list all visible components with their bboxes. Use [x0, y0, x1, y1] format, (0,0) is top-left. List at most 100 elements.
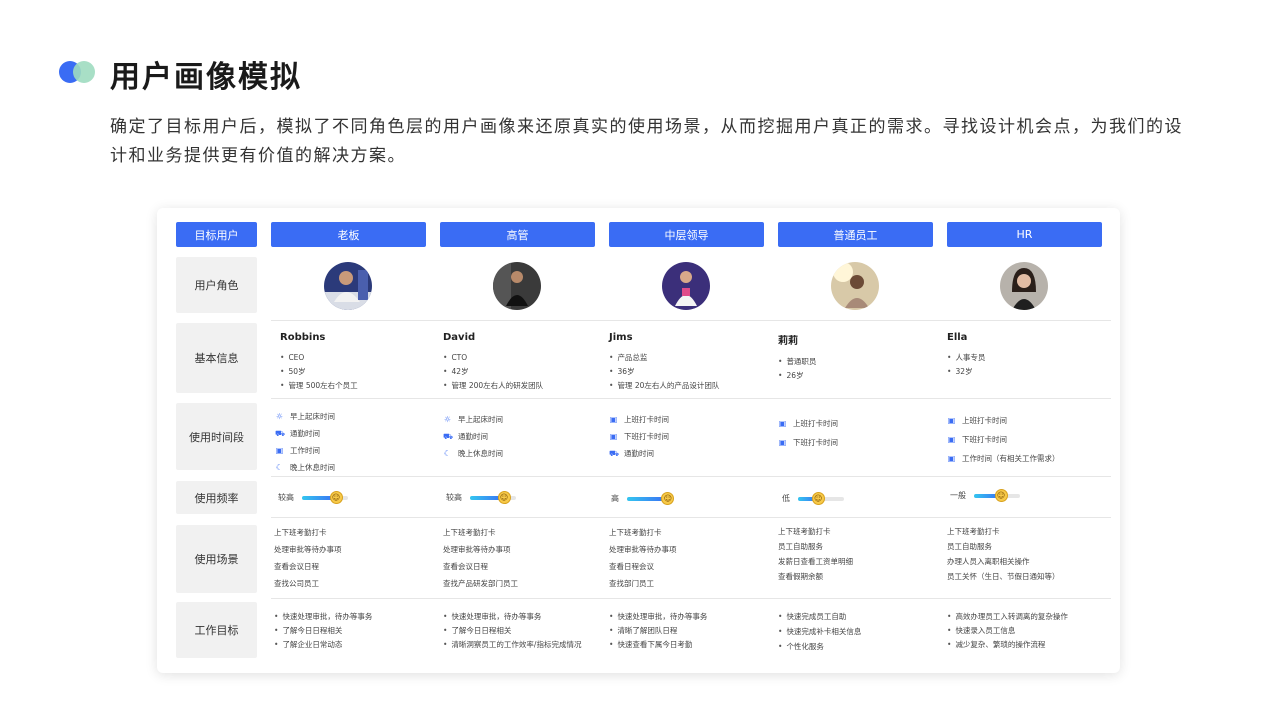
goal-item: 快速处理审批，待办等事务 — [274, 609, 372, 623]
info-item: 管理 20左右人的产品设计团队 — [609, 378, 719, 392]
time-item: 下班打卡时间 — [962, 435, 1007, 444]
frequency-label: 较高 — [446, 493, 462, 502]
frequency-label: 高 — [611, 494, 619, 503]
info-item: 管理 200左右人的研发团队 — [443, 378, 543, 392]
goal-item: 快速完成补卡相关信息 — [778, 624, 861, 639]
goal-executive: 快速处理审批，待办等事务 了解今日日程相关 清晰洞察员工的工作效率/指标完成情况 — [443, 609, 581, 651]
scene-item: 查看会议日程 — [274, 562, 319, 571]
time-item: 晚上休息时间 — [458, 449, 503, 458]
time-item: 早上起床时间 — [290, 412, 335, 421]
info-item: 42岁 — [443, 364, 543, 378]
frequency-hr: 一般 ☺ — [950, 488, 1020, 502]
frequency-bar: ☺ — [798, 491, 844, 505]
info-item: 普通职员 — [778, 354, 816, 368]
goal-item: 快速录入员工信息 — [947, 623, 1068, 637]
frequency-bar: ☺ — [627, 491, 675, 505]
scene-item: 员工自助服务 — [778, 542, 823, 551]
frequency-bar: ☺ — [974, 488, 1020, 502]
time-item: 上班打卡时间 — [962, 416, 1007, 425]
sun-icon: ☼ — [275, 412, 284, 421]
row-label-scene: 使用场景 — [176, 525, 257, 593]
scene-item: 处理审批等待办事项 — [274, 545, 342, 554]
moon-icon: ☾ — [443, 449, 452, 458]
frequency-employee: 低 ☺ — [782, 491, 844, 505]
avatar-hr — [1000, 262, 1048, 310]
info-item: 26岁 — [778, 368, 816, 382]
goal-item: 了解企业日常动态 — [274, 637, 372, 651]
scene-item: 员工自助服务 — [947, 542, 992, 551]
car-icon: ⛟ — [443, 432, 454, 441]
briefcase-icon: ▣ — [947, 435, 956, 444]
frequency-bar: ☺ — [470, 490, 516, 504]
info-item: CTO — [443, 350, 543, 364]
goal-item: 个性化服务 — [778, 639, 861, 654]
frequency-label: 较高 — [278, 493, 294, 502]
scene-item: 上下班考勤打卡 — [778, 527, 831, 536]
info-middle-manager: Jims 产品总监 36岁 管理 20左右人的产品设计团队 — [609, 332, 719, 392]
scene-item: 员工关怀（生日、节假日通知等） — [947, 572, 1060, 581]
goal-item: 快速处理审批，待办等事务 — [609, 609, 707, 623]
goal-boss: 快速处理审批，待办等事务 了解今日日程相关 了解企业日常动态 — [274, 609, 372, 651]
header-hr: HR — [947, 222, 1102, 247]
row-divider — [271, 598, 1111, 599]
scene-item: 查看会议日程 — [443, 562, 488, 571]
goal-item: 快速完成员工自助 — [778, 609, 861, 624]
persona-name: David — [443, 332, 476, 343]
title-decoration — [59, 61, 97, 83]
decor-dot-green — [73, 61, 95, 83]
avatar-middle-manager — [662, 262, 710, 310]
goal-item: 了解今日日程相关 — [443, 623, 581, 637]
info-item: 32岁 — [947, 364, 985, 378]
time-item: 下班打卡时间 — [624, 432, 669, 441]
smiley-icon: ☺ — [811, 491, 825, 505]
row-label-goal: 工作目标 — [176, 602, 257, 658]
time-item: 通勤时间 — [458, 432, 488, 441]
time-item: 工作时间（有相关工作需求） — [962, 454, 1060, 463]
briefcase-icon: ▣ — [778, 438, 787, 447]
info-item: CEO — [280, 350, 358, 364]
goal-employee: 快速完成员工自助 快速完成补卡相关信息 个性化服务 — [778, 609, 861, 654]
time-item: 工作时间 — [290, 446, 320, 455]
persona-name: Robbins — [280, 332, 326, 343]
time-executive: ☼ 早上起床时间 ⛟ 通勤时间 ☾ 晚上休息时间 — [443, 411, 503, 462]
time-item: 早上起床时间 — [458, 415, 503, 424]
scene-hr: 上下班考勤打卡 员工自助服务 办理人员入离职相关操作 员工关怀（生日、节假日通知… — [947, 524, 1060, 584]
scene-item: 办理人员入离职相关操作 — [947, 557, 1030, 566]
scene-item: 上下班考勤打卡 — [947, 527, 1000, 536]
info-item: 管理 500左右个员工 — [280, 378, 357, 392]
time-item: 下班打卡时间 — [793, 438, 838, 447]
time-boss: ☼ 早上起床时间 ⛟ 通勤时间 ▣ 工作时间 ☾ 晚上休息时间 — [275, 408, 335, 476]
scene-item: 查看日程会议 — [609, 562, 654, 571]
time-middle-manager: ▣ 上班打卡时间 ▣ 下班打卡时间 ⛟ 通勤时间 — [609, 411, 669, 462]
frequency-label: 低 — [782, 494, 790, 503]
smiley-icon: ☺ — [994, 488, 1008, 502]
row-label-time: 使用时间段 — [176, 403, 257, 470]
scene-middle-manager: 上下班考勤打卡 处理审批等待办事项 查看日程会议 查找部门员工 — [609, 524, 677, 592]
info-item: 产品总监 — [609, 350, 719, 364]
info-executive: David CTO 42岁 管理 200左右人的研发团队 — [443, 332, 543, 392]
frequency-executive: 较高 ☺ — [446, 490, 516, 504]
scene-item: 上下班考勤打卡 — [443, 528, 496, 537]
time-employee: ▣ 上班打卡时间 ▣ 下班打卡时间 — [778, 414, 838, 452]
scene-item: 发薪日查看工资单明细 — [778, 557, 853, 566]
goal-middle-manager: 快速处理审批，待办等事务 清晰了解团队日程 快速查看下属今日考勤 — [609, 609, 707, 651]
page-description: 确定了目标用户后，模拟了不同角色层的用户画像来还原真实的使用场景，从而挖掘用户真… — [110, 117, 1183, 166]
header-executive: 高管 — [440, 222, 595, 247]
scene-item: 上下班考勤打卡 — [609, 528, 662, 537]
avatar-boss — [324, 262, 372, 310]
briefcase-icon: ▣ — [947, 416, 956, 425]
avatar-executive — [493, 262, 541, 310]
briefcase-icon: ▣ — [778, 419, 787, 428]
goal-item: 清晰了解团队日程 — [609, 623, 707, 637]
row-divider — [271, 398, 1111, 399]
time-item: 晚上休息时间 — [290, 463, 335, 472]
scene-boss: 上下班考勤打卡 处理审批等待办事项 查看会议日程 查找公司员工 — [274, 524, 342, 592]
header-boss: 老板 — [271, 222, 426, 247]
goal-item: 了解今日日程相关 — [274, 623, 372, 637]
scene-item: 查找产品研发部门员工 — [443, 579, 518, 588]
scene-item: 查看假期余额 — [778, 572, 823, 581]
scene-item: 查找部门员工 — [609, 579, 654, 588]
row-divider — [271, 320, 1111, 321]
info-item: 人事专员 — [947, 350, 985, 364]
info-employee: 莉莉 普通职员 26岁 — [778, 332, 816, 382]
